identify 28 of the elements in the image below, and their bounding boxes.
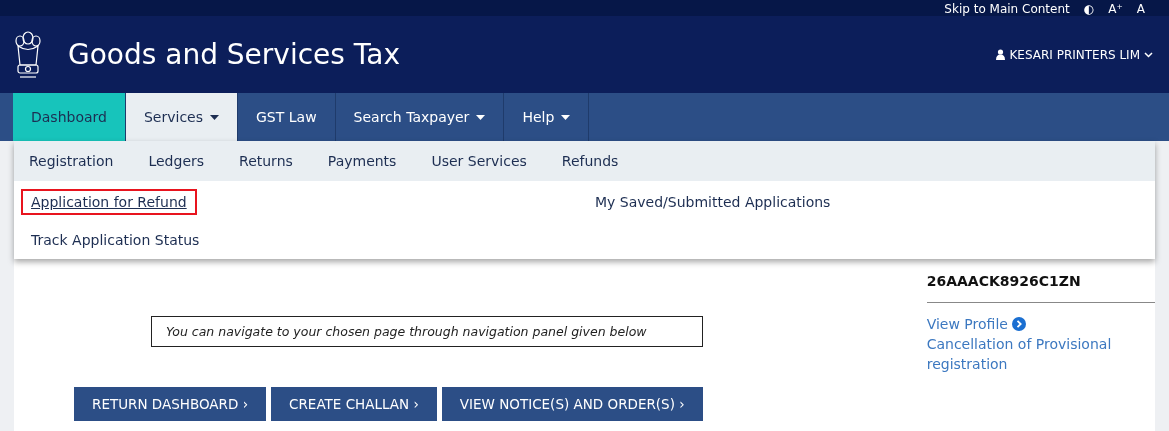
contrast-toggle[interactable]: ◐	[1083, 2, 1095, 16]
menu-category[interactable]: Returns	[239, 153, 293, 169]
gstin-number: 26AAACK8926C1ZN	[926, 273, 1082, 289]
user-icon	[996, 49, 1006, 60]
menu-category[interactable]: Ledgers	[148, 153, 205, 169]
navigation-button[interactable]: RETURN DASHBOARD ›	[74, 387, 267, 421]
emblem-icon	[14, 28, 42, 81]
user-menu[interactable]: KESARI PRINTERS LIM	[996, 47, 1153, 62]
menu-link[interactable]: My Saved/Submitted Applications	[585, 189, 841, 215]
skip-link[interactable]: Skip to Main Content	[944, 2, 1070, 16]
menu-link[interactable]: Track Application Status	[21, 227, 210, 253]
menu-category[interactable]: Refunds	[561, 153, 619, 169]
nav-tab[interactable]: Dashboard	[13, 93, 126, 141]
cancellation-link[interactable]: Cancellation of Provisional registration	[926, 334, 1127, 374]
view-profile-link[interactable]: View Profile	[926, 314, 1155, 334]
menu-category[interactable]: User Services	[431, 153, 527, 169]
font-default-button[interactable]: A	[1136, 2, 1145, 16]
navigation-button[interactable]: VIEW NOTICE(S) AND ORDER(S) ›	[441, 387, 703, 421]
arrow-circle-icon	[1011, 317, 1026, 331]
navigation-button[interactable]: CREATE CHALLAN ›	[271, 387, 437, 421]
menu-link[interactable]: Application for Refund	[21, 189, 197, 215]
menu-category[interactable]: Registration	[29, 153, 114, 169]
info-notice: You can navigate to your chosen page through navigation panel given below	[151, 316, 703, 347]
nav-tab[interactable]: Services	[125, 93, 238, 141]
site-title: Goods and Services Tax	[68, 38, 400, 71]
chevron-down-icon	[1144, 51, 1153, 58]
menu-category[interactable]: Payments	[327, 153, 397, 169]
font-increase-button[interactable]: A⁺	[1108, 2, 1123, 16]
